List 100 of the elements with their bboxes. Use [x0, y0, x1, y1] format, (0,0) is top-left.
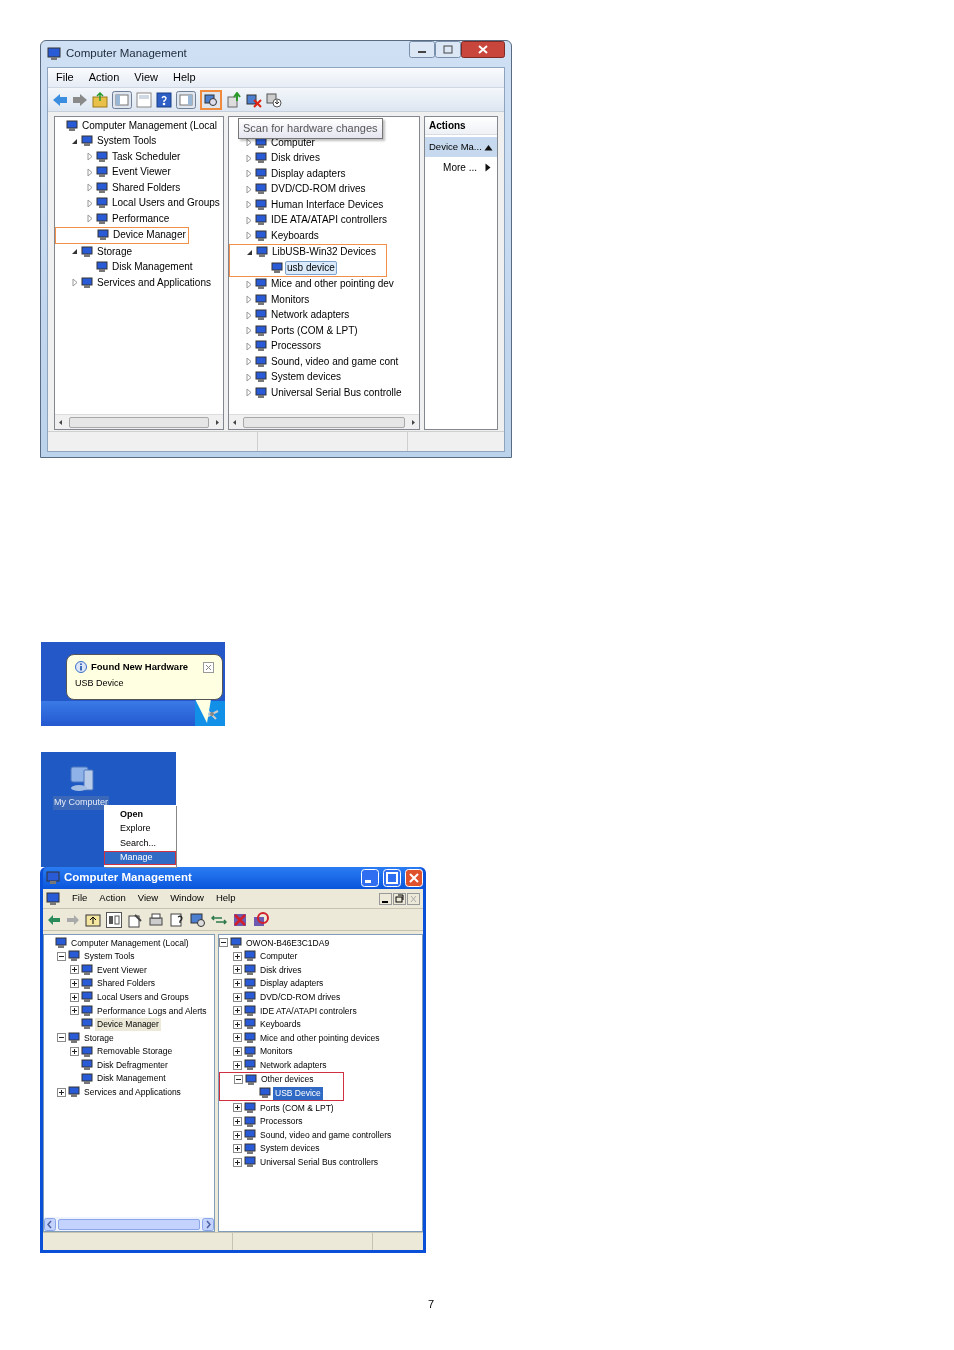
tree-item[interactable]: Network adapters	[269, 308, 352, 323]
expand-arrow-icon[interactable]	[244, 138, 253, 148]
tree-item[interactable]: Services and Applications	[82, 1086, 183, 1099]
help-icon[interactable]	[169, 911, 185, 928]
expand-icon[interactable]	[70, 992, 79, 1002]
forward-arrow-icon[interactable]	[72, 92, 88, 107]
properties-icon[interactable]	[127, 911, 143, 928]
menu-item[interactable]: Help	[172, 69, 196, 86]
close-icon[interactable]	[461, 41, 505, 58]
tree-item[interactable]: Display adapters	[269, 166, 348, 181]
tree-item[interactable]: Ports (COM & LPT)	[258, 1101, 336, 1115]
collapse-icon[interactable]	[234, 1075, 243, 1085]
computer-icon[interactable]	[68, 764, 96, 794]
uninstall-icon[interactable]	[232, 911, 248, 928]
menu-item[interactable]: File	[56, 69, 74, 86]
expand-icon[interactable]	[233, 1117, 242, 1126]
back-arrow-icon[interactable]	[52, 92, 68, 107]
tree-item[interactable]: Disk drives	[269, 151, 322, 166]
scroll-right-icon[interactable]	[202, 1217, 214, 1231]
menu-item[interactable]: Manage	[104, 850, 176, 865]
pane-toggle-icon[interactable]	[112, 90, 132, 109]
expand-icon[interactable]	[233, 1144, 242, 1154]
horizontal-scrollbar[interactable]	[44, 1217, 214, 1231]
tree-item[interactable]: OWON-B46E3C1DA9	[244, 936, 332, 950]
tree-item[interactable]: Device Manager	[95, 1018, 161, 1031]
uninstall-icon[interactable]	[246, 91, 262, 108]
menu-item[interactable]: Help	[215, 891, 236, 906]
expand-icon[interactable]	[233, 1033, 242, 1043]
menu-item[interactable]: File	[72, 891, 88, 906]
tree-item[interactable]: System devices	[269, 370, 344, 385]
scan-button[interactable]	[200, 89, 222, 110]
menu-item[interactable]: View	[137, 891, 159, 906]
tree-item[interactable]: Local Users and Groups	[110, 196, 222, 211]
tree-item[interactable]: DVD/CD-ROM drives	[258, 990, 343, 1004]
tree-item[interactable]: Keyboards	[269, 228, 321, 243]
help-icon[interactable]	[156, 91, 172, 108]
tree-item[interactable]: Device Manager	[111, 228, 188, 243]
minimize-icon[interactable]	[409, 41, 435, 58]
desktop-icon-label[interactable]: My Computer	[53, 796, 109, 810]
scrollbar-thumb[interactable]	[69, 416, 209, 428]
collapse-arrow-icon[interactable]	[70, 247, 79, 257]
expand-icon[interactable]	[70, 1047, 79, 1057]
menu-item[interactable]: Open	[104, 807, 176, 822]
tree-item[interactable]: IDE ATA/ATAPI controllers	[269, 213, 389, 228]
tree-item[interactable]: IDE ATA/ATAPI controlers	[258, 1004, 359, 1017]
expand-icon[interactable]	[233, 979, 242, 989]
scrollbar-thumb[interactable]	[243, 416, 405, 428]
tree-item[interactable]: System Tools	[82, 950, 137, 963]
tray-device-icon[interactable]	[205, 707, 219, 721]
scan-icon[interactable]	[190, 911, 206, 928]
tree-item[interactable]: Other devices	[259, 1073, 316, 1086]
tree-item[interactable]: Processors	[269, 339, 323, 354]
tree-item[interactable]: Removable Storage	[95, 1045, 175, 1058]
tree-item[interactable]: Event Viewer	[110, 165, 173, 180]
printer-icon[interactable]	[148, 911, 164, 928]
restore-icon[interactable]	[393, 892, 406, 905]
tree-item[interactable]: System devices	[258, 1142, 322, 1155]
tree-item[interactable]: Computer Management (Local	[80, 118, 220, 133]
expand-icon[interactable]	[70, 965, 79, 975]
expand-icon[interactable]	[233, 992, 242, 1002]
expand-icon[interactable]	[233, 1047, 242, 1057]
back-arrow-icon[interactable]	[47, 913, 61, 926]
tree-item[interactable]: Monitors	[258, 1045, 295, 1058]
horizontal-scrollbar[interactable]	[55, 414, 223, 429]
tree-item[interactable]: Disk Management	[110, 260, 195, 275]
tree-item[interactable]: Keyboards	[258, 1018, 303, 1031]
tree-item[interactable]: Monitors	[269, 292, 312, 307]
expand-icon[interactable]	[70, 1006, 79, 1016]
expand-icon[interactable]	[233, 1103, 242, 1113]
enable-device-icon[interactable]	[266, 91, 282, 108]
collapse-icon[interactable]	[57, 1033, 66, 1043]
horizontal-scrollbar[interactable]	[229, 414, 419, 429]
expand-icon[interactable]	[233, 965, 242, 975]
tree-item[interactable]: Services and Applications	[95, 275, 213, 290]
expand-icon[interactable]	[233, 951, 242, 961]
tree-item[interactable]: Performance	[110, 211, 172, 226]
tree-item[interactable]: Shared Folders	[95, 977, 158, 990]
expand-icon[interactable]	[57, 1087, 66, 1097]
tree-item[interactable]: Disk Management	[95, 1072, 168, 1085]
tree-item[interactable]: Human Interface Devices	[269, 197, 386, 212]
tree-item[interactable]: Universal Serial Bus controlle	[269, 385, 404, 400]
menu-item[interactable]: Action	[88, 69, 120, 86]
scroll-left-icon[interactable]	[44, 1217, 56, 1231]
expand-icon[interactable]	[70, 979, 79, 989]
menu-item[interactable]: Search...	[104, 836, 176, 851]
expand-icon[interactable]	[233, 1060, 242, 1070]
tree-item[interactable]: Sound, video and game cont	[269, 354, 401, 369]
actions-section-header[interactable]: Device Ma...	[425, 137, 497, 157]
expand-icon[interactable]	[233, 1130, 242, 1140]
tree-item[interactable]: Universal Serial Bus controllers	[258, 1156, 381, 1169]
update-driver-icon[interactable]	[226, 91, 242, 108]
tree-item[interactable]: Mice and other pointing devices	[258, 1031, 382, 1045]
tree-item[interactable]: Network adapters	[258, 1058, 329, 1072]
scrollbar-thumb[interactable]	[58, 1218, 200, 1230]
menu-item[interactable]: Window	[170, 891, 204, 906]
tree-item[interactable]: Local Users and Groups	[95, 990, 191, 1004]
tree-item[interactable]: Storage	[95, 244, 135, 259]
action-link[interactable]: More ...	[443, 159, 477, 175]
menu-item[interactable]: View	[134, 69, 158, 86]
menu-item[interactable]: Action	[99, 891, 126, 906]
